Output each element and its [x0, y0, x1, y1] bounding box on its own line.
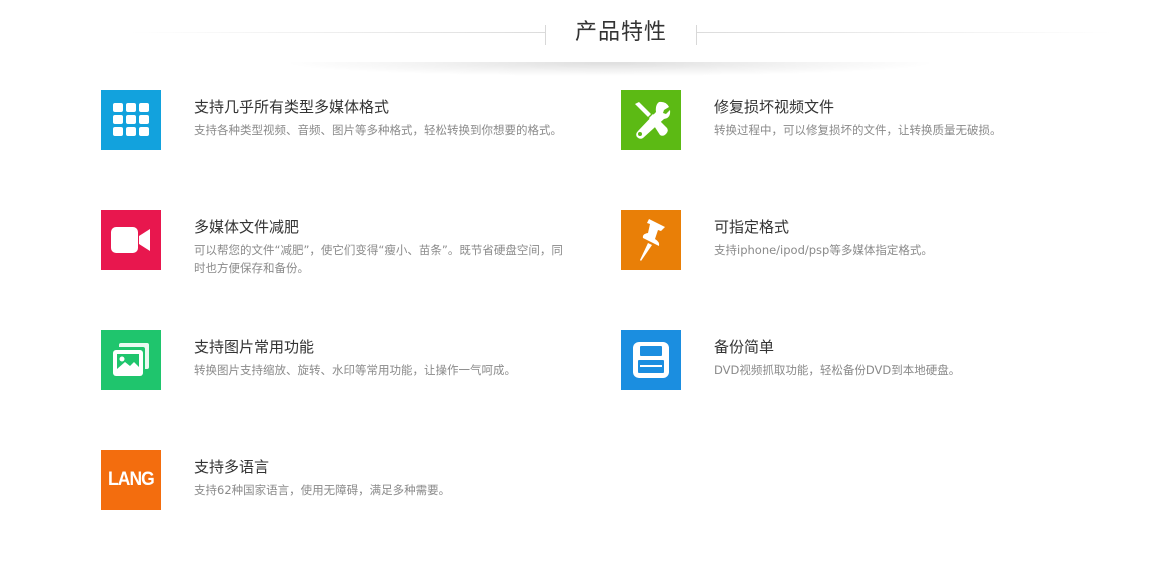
picture-icon [101, 330, 161, 390]
feature-description: 支持各种类型视频、音频、图片等多种格式，轻松转换到你想要的格式。 [194, 123, 562, 137]
feature-description: 转换图片支持缩放、旋转、水印等常用功能，让操作一气呵成。 [194, 363, 516, 377]
feature-title: 修复损坏视频文件 [714, 98, 835, 116]
feature-description: 可以帮您的文件“减肥”，使它们变得“瘦小、苗条”。既节省硬盘空间，同时也方便保存… [194, 243, 563, 275]
feature-title: 可指定格式 [714, 218, 790, 236]
feature-title: 备份简单 [714, 338, 775, 356]
tools-icon [621, 90, 681, 150]
feature-title: 支持几乎所有类型多媒体格式 [194, 98, 390, 116]
feature-description: 转换过程中，可以修复损坏的文件，让转换质量无破损。 [714, 123, 1002, 137]
feature-item-image: 支持图片常用功能 转换图片支持缩放、旋转、水印等常用功能，让操作一气呵成。 [101, 330, 601, 390]
video-camera-icon [101, 210, 161, 270]
section-header: 产品特性 [0, 0, 1156, 80]
feature-item-compress: 多媒体文件减肥 可以帮您的文件“减肥”，使它们变得“瘦小、苗条”。既节省硬盘空间… [101, 210, 601, 275]
feature-description: 支持iphone/ipod/psp等多媒体指定格式。 [714, 243, 933, 257]
feature-description: 支持62种国家语言，使用无障碍，满足多种需要。 [194, 483, 451, 497]
grid-icon [101, 90, 161, 150]
feature-item-backup: 备份简单 DVD视频抓取功能，轻松备份DVD到本地硬盘。 [621, 330, 1121, 390]
feature-title: 支持图片常用功能 [194, 338, 315, 356]
header-tick-right [696, 25, 697, 45]
lang-icon-text: LANG [108, 469, 155, 490]
floppy-disk-icon [621, 330, 681, 390]
feature-item-language: LANG 支持多语言 支持62种国家语言，使用无障碍，满足多种需要。 [101, 450, 601, 510]
feature-title: 支持多语言 [194, 458, 270, 476]
feature-item-format-select: 可指定格式 支持iphone/ipod/psp等多媒体指定格式。 [621, 210, 1121, 270]
lang-icon: LANG [101, 450, 161, 510]
section-title: 产品特性 [574, 20, 667, 45]
feature-item-repair: 修复损坏视频文件 转换过程中，可以修复损坏的文件，让转换质量无破损。 [621, 90, 1121, 150]
product-features-page: 产品特性 支持几乎所有类型多媒体格式 支持各种类型视频、音频、图片等多种格式，轻… [0, 0, 1156, 570]
header-divider-right [697, 32, 1112, 33]
pushpin-icon [621, 210, 681, 270]
feature-title: 多媒体文件减肥 [194, 218, 300, 236]
feature-item-formats: 支持几乎所有类型多媒体格式 支持各种类型视频、音频、图片等多种格式，轻松转换到你… [101, 90, 601, 150]
header-divider-left [130, 32, 545, 33]
feature-description: DVD视频抓取功能，轻松备份DVD到本地硬盘。 [714, 363, 961, 377]
